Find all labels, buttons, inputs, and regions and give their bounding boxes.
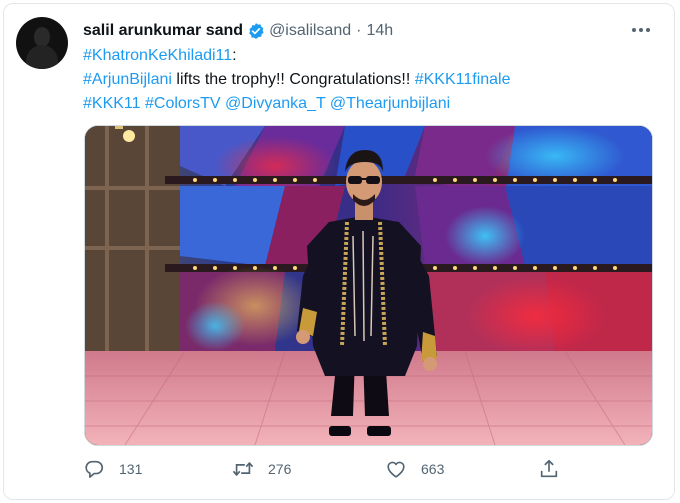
retweet-button[interactable]: 276 [232,456,291,482]
hashtag-kkk11finale[interactable]: #KKK11finale [415,71,511,88]
share-icon [540,459,558,478]
author-name[interactable]: salil arunkumar sand [83,22,243,40]
hashtag-kkk11[interactable]: #KKK11 [83,95,141,112]
action-bar: 131 276 663 [0,456,680,486]
photo-scene [85,126,652,445]
reply-button[interactable]: 131 [83,456,142,482]
avatar[interactable] [16,17,68,69]
tweet-text-segment: lifts the trophy!! Congratulations!! [171,71,415,88]
separator-dot: · [356,22,362,39]
retweet-icon [232,462,254,476]
reply-count: 131 [119,461,143,477]
author-handle[interactable]: @isalilsand [269,22,351,40]
hashtag-khatronkekhiladi11[interactable]: #KhatronKeKhiladi11 [83,47,232,64]
tweet-header: salil arunkumar sand @isalilsand · 14h [83,20,393,42]
tweet-time[interactable]: 14h [366,22,393,40]
tweet-text: #KhatronKeKhiladi11: #ArjunBijlani lifts… [83,44,653,116]
tweet-text-segment: : [232,47,237,64]
hashtag-colorstv[interactable]: #ColorsTV [145,95,221,112]
retweet-count: 276 [268,461,292,477]
tweet-line-2: #ArjunBijlani lifts the trophy!! Congrat… [83,68,653,92]
more-options-icon[interactable] [632,24,652,36]
tweet-line-1: #KhatronKeKhiladi11: [83,44,653,68]
verified-badge-icon [249,23,264,39]
heart-icon [387,461,405,478]
mention-thearjunbijlani[interactable]: @Thearjunbijlani [330,95,450,112]
tweet-photo[interactable] [84,125,653,446]
reply-icon [85,460,104,478]
like-count: 663 [421,461,445,477]
like-button[interactable]: 663 [385,456,444,482]
hashtag-arjunbijlani[interactable]: #ArjunBijlani [83,71,172,88]
share-button[interactable] [538,456,560,482]
tweet-line-3: #KKK11 #ColorsTV @Divyanka_T @Thearjunbi… [83,92,653,116]
mention-divyanka-t[interactable]: @Divyanka_T [225,95,325,112]
